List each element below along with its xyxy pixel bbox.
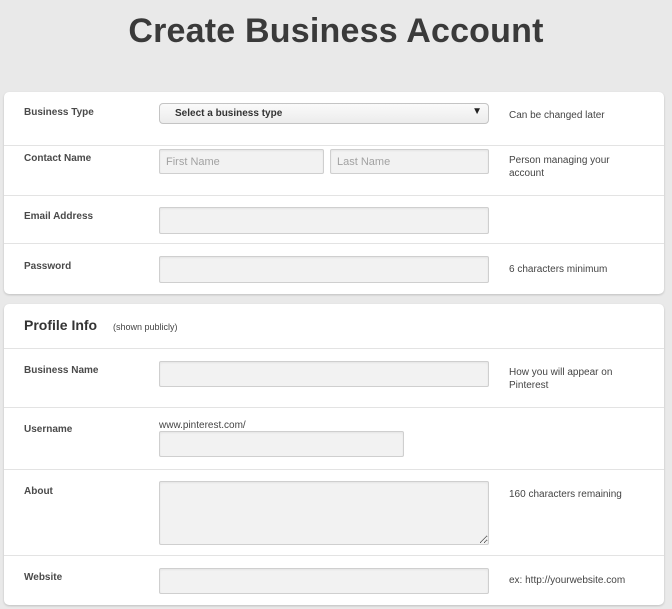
contact-name-row: Contact Name Person managing your accoun… [4,146,664,196]
username-input[interactable] [159,431,404,457]
password-hint: 6 characters minimum [509,264,608,275]
password-input[interactable] [159,256,489,283]
password-label: Password [24,261,72,272]
profile-info-card: Profile Info (shown publicly) Business N… [4,304,664,605]
about-label: About [24,486,53,497]
website-input[interactable] [159,568,489,594]
first-name-input[interactable] [159,149,324,174]
website-hint: ex: http://yourwebsite.com [509,575,626,586]
contact-name-label: Contact Name [24,153,92,164]
section-subtitle: (shown publicly) [113,322,178,332]
username-row: Username www.pinterest.com/ [4,408,664,470]
profile-header-row: Profile Info (shown publicly) [4,304,664,349]
account-form-card: Business Type Select a business type ▼ C… [4,92,664,294]
business-type-select[interactable]: Select a business type ▼ [159,103,489,124]
password-row: Password 6 characters minimum [4,244,664,294]
dropdown-arrow-icon: ▼ [472,106,482,117]
last-name-input[interactable] [330,149,489,174]
business-name-input[interactable] [159,361,489,387]
contact-name-hint: Person managing your account [509,155,610,179]
about-char-counter: 160 characters remaining [509,489,622,500]
username-label: Username [24,424,73,435]
about-textarea[interactable] [159,481,489,545]
email-label: Email Address [24,211,94,222]
business-type-row: Business Type Select a business type ▼ C… [4,92,664,146]
email-input[interactable] [159,207,489,234]
username-url-prefix: www.pinterest.com/ [159,420,246,431]
website-label: Website [24,572,63,583]
email-row: Email Address [4,196,664,244]
business-name-row: Business Name How you will appear on Pin… [4,349,664,408]
business-type-label: Business Type [24,107,94,118]
section-title: Profile Info [24,317,98,333]
page-title: Create Business Account [128,12,544,50]
business-name-hint: How you will appear on Pinterest [509,367,613,391]
website-row: Website ex: http://yourwebsite.com [4,556,664,605]
business-name-label: Business Name [24,365,99,376]
business-type-selected-value: Select a business type [175,108,283,119]
about-row: About 160 characters remaining [4,470,664,556]
business-type-hint: Can be changed later [509,110,605,121]
